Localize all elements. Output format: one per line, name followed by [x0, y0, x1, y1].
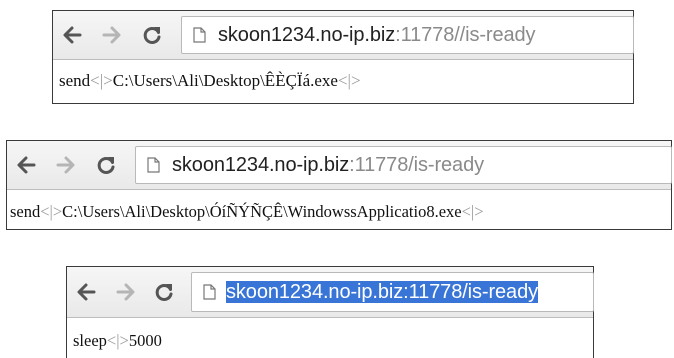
response-separator: <|>: [90, 71, 113, 90]
browser-toolbar-3: skoon1234.no-ip.biz:11778/is-ready: [67, 267, 594, 318]
url-path: :11778//is-ready: [395, 24, 536, 46]
response-trailer: <|>: [337, 71, 361, 90]
reload-icon[interactable]: [95, 154, 117, 176]
page-icon: [203, 284, 216, 300]
url-path: :11778/is-ready: [349, 154, 485, 176]
url-host: skoon1234.no-ip.biz: [226, 281, 404, 303]
url-host: skoon1234.no-ip.biz: [172, 154, 350, 176]
url-host: skoon1234.no-ip.biz: [218, 24, 396, 46]
back-arrow-icon[interactable]: [15, 154, 37, 176]
page-icon: [147, 157, 160, 173]
back-arrow-icon[interactable]: [75, 281, 97, 303]
url-path: :11778/is-ready: [403, 281, 539, 303]
response-payload: C:\Users\Ali\Desktop\ÓíÑÝÑÇÊ\WindowssApp…: [62, 202, 462, 221]
page-content-2: send<|>C:\Users\Ali\Desktop\ÓíÑÝÑÇÊ\Wind…: [10, 202, 671, 222]
page-content-1: send<|>C:\Users\Ali\Desktop\ÊÈÇÏá.exe<|>: [59, 71, 633, 91]
forward-arrow-icon[interactable]: [115, 281, 137, 303]
browser-window-3: skoon1234.no-ip.biz:11778/is-ready sleep…: [66, 266, 594, 358]
page-content-3: sleep<|>5000: [73, 331, 593, 351]
response-command: sleep: [73, 331, 107, 350]
page-icon: [193, 27, 206, 43]
address-bar-1[interactable]: skoon1234.no-ip.biz:11778//is-ready: [181, 16, 634, 54]
response-separator: <|>: [106, 331, 129, 350]
back-arrow-icon[interactable]: [61, 24, 83, 46]
response-command: send: [10, 202, 41, 221]
reload-icon[interactable]: [153, 281, 175, 303]
response-payload: C:\Users\Ali\Desktop\ÊÈÇÏá.exe: [112, 71, 338, 90]
browser-window-2: skoon1234.no-ip.biz:11778/is-ready send<…: [6, 140, 672, 230]
response-separator: <|>: [40, 202, 63, 221]
browser-window-1: skoon1234.no-ip.biz:11778//is-ready send…: [52, 10, 634, 104]
browser-toolbar-1: skoon1234.no-ip.biz:11778//is-ready: [53, 11, 634, 60]
address-url-2[interactable]: skoon1234.no-ip.biz:11778/is-ready: [172, 153, 484, 177]
address-bar-3[interactable]: skoon1234.no-ip.biz:11778/is-ready: [191, 272, 594, 312]
forward-arrow-icon[interactable]: [101, 24, 123, 46]
address-bar-2[interactable]: skoon1234.no-ip.biz:11778/is-ready: [135, 146, 672, 184]
address-url-3[interactable]: skoon1234.no-ip.biz:11778/is-ready: [226, 280, 538, 304]
address-url-1[interactable]: skoon1234.no-ip.biz:11778//is-ready: [218, 23, 536, 47]
browser-toolbar-2: skoon1234.no-ip.biz:11778/is-ready: [7, 141, 672, 190]
response-payload: 5000: [128, 331, 162, 350]
response-trailer: <|>: [461, 202, 484, 221]
response-command: send: [59, 71, 91, 90]
forward-arrow-icon[interactable]: [55, 154, 77, 176]
reload-icon[interactable]: [141, 24, 163, 46]
